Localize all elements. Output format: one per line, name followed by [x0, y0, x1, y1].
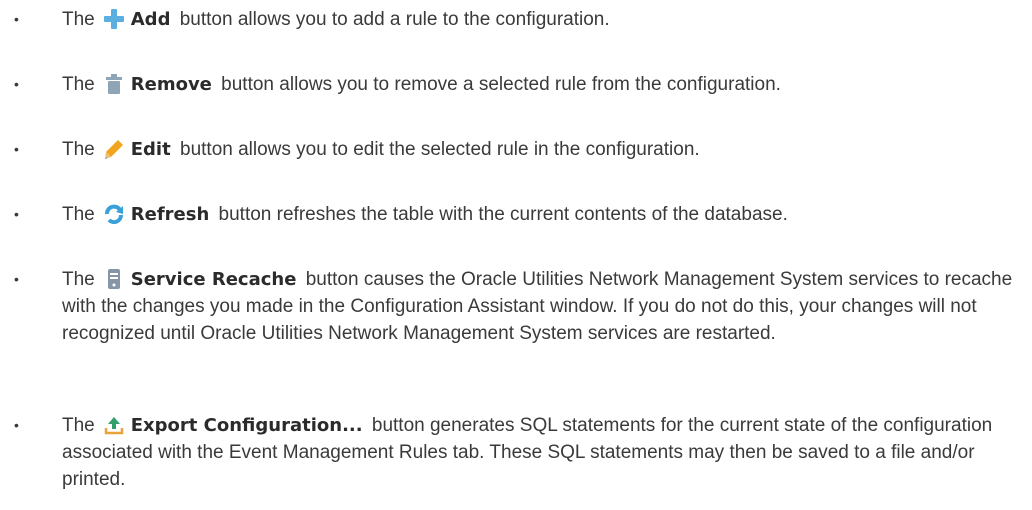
- item-text: The Add button allows you to add a rule t…: [62, 6, 1017, 33]
- pencil-icon: [103, 138, 125, 160]
- button-name-export-configuration: Export Configuration...: [130, 415, 363, 436]
- bullet: •: [14, 141, 19, 157]
- item-lead: The: [62, 74, 95, 95]
- bullet: •: [14, 417, 19, 433]
- item-text: The Remove button allows you to remove a …: [62, 71, 1017, 98]
- item-text: The Export Configuration... button genera…: [62, 412, 1017, 493]
- item-lead: The: [62, 415, 95, 436]
- button-name-service-recache: Service Recache: [130, 269, 297, 290]
- item-description: button refreshes the table with the curr…: [218, 204, 788, 225]
- trash-icon: [103, 73, 125, 95]
- refresh-icon: [103, 203, 125, 225]
- export-icon: [103, 414, 125, 436]
- button-name-edit: Edit: [130, 139, 171, 160]
- item-lead: The: [62, 139, 95, 160]
- server-icon: [103, 268, 125, 290]
- item-lead: The: [62, 9, 95, 30]
- button-name-add: Add: [130, 9, 171, 30]
- button-name-refresh: Refresh: [130, 204, 210, 225]
- item-description: button allows you to remove a selected r…: [221, 74, 781, 95]
- item-description: button allows you to edit the selected r…: [180, 139, 700, 160]
- bullet: •: [14, 11, 19, 27]
- item-lead: The: [62, 204, 95, 225]
- item-text: The Refresh button refreshes the table wi…: [62, 201, 1017, 228]
- bullet: •: [14, 76, 19, 92]
- button-name-remove: Remove: [130, 74, 212, 95]
- item-description: button allows you to add a rule to the c…: [179, 9, 610, 30]
- item-text: The Edit button allows you to edit the se…: [62, 136, 1017, 163]
- item-text: The Service Recache button causes the Ora…: [62, 266, 1017, 347]
- bullet: •: [14, 271, 19, 287]
- plus-icon: [103, 8, 125, 30]
- bullet: •: [14, 206, 19, 222]
- item-lead: The: [62, 269, 95, 290]
